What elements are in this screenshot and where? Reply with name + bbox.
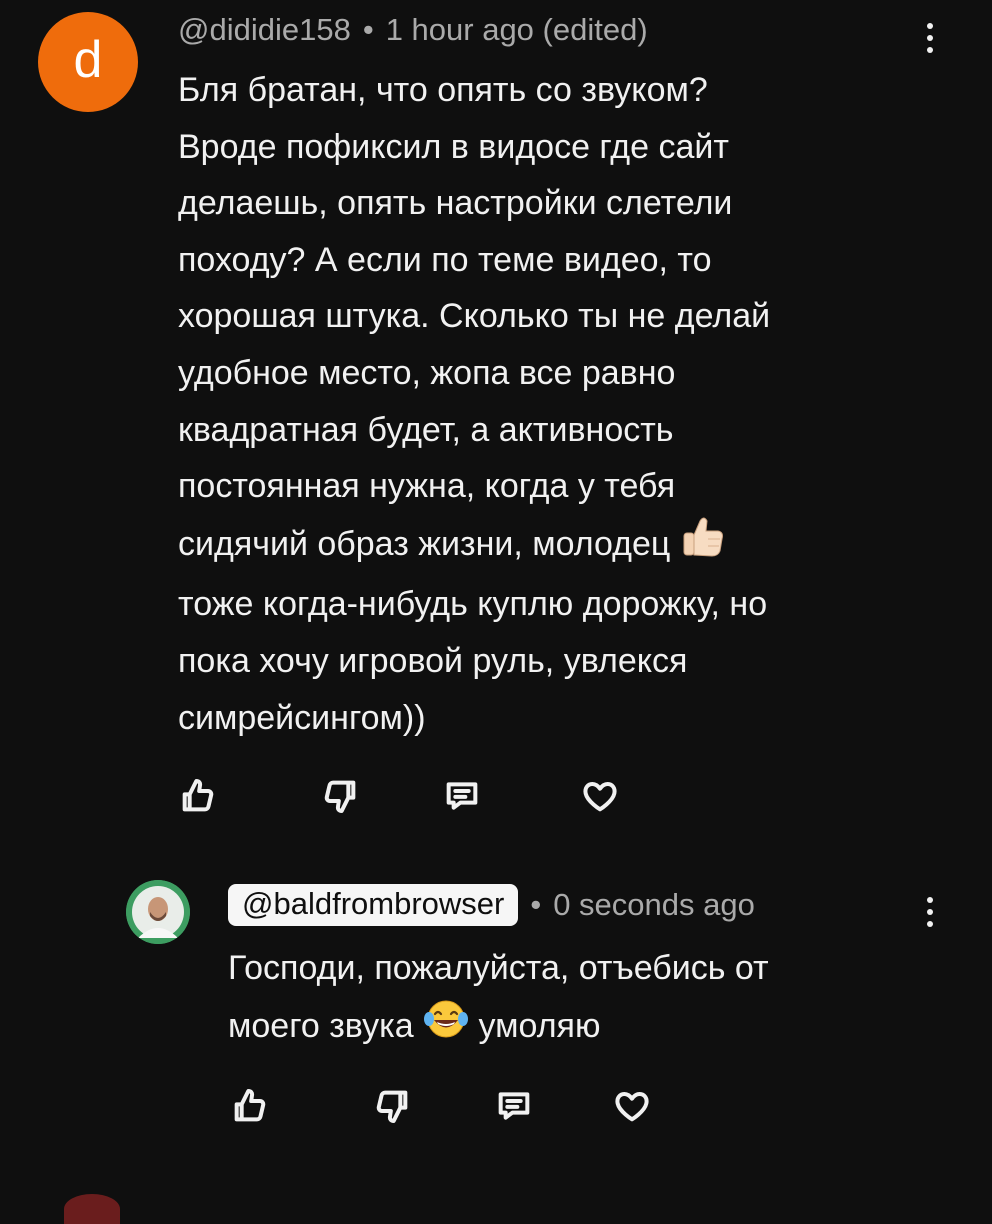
author-handle[interactable]: @dididie158 — [178, 12, 351, 48]
avatar[interactable]: d — [38, 12, 138, 112]
laughing-tears-emoji — [423, 997, 469, 1059]
thumbs-down-icon — [324, 780, 356, 813]
next-comment-avatar-edge — [64, 1194, 120, 1224]
dislike-button[interactable] — [318, 774, 362, 818]
more-options-button[interactable] — [920, 14, 940, 62]
thumbs-up-emoji — [680, 515, 726, 577]
reply-comment-icon — [498, 1092, 530, 1120]
thumbs-up-icon — [182, 779, 214, 812]
more-dot — [927, 921, 933, 927]
comment-text: Бля братан, что опять со звуком? Вроде п… — [178, 62, 938, 746]
comment-text: Господи, пожалуйста, отъебись от моего з… — [228, 940, 948, 1058]
avatar-letter: d — [73, 31, 103, 89]
heart-icon — [615, 1092, 649, 1122]
more-dot — [927, 909, 933, 915]
comment-time: 0 seconds ago — [553, 887, 755, 922]
comment-meta: @dididie158 • 1 hour ago (edited) — [178, 12, 648, 48]
separator-dot: • — [362, 12, 374, 47]
like-button[interactable] — [176, 774, 220, 818]
more-dot — [927, 47, 933, 53]
comment-text-part: Бля братан, что опять со звуком? Вроде п… — [178, 71, 771, 563]
reply-button[interactable] — [492, 1084, 536, 1128]
more-vertical-icon — [927, 897, 933, 903]
heart-icon — [583, 782, 617, 812]
thumbs-down-icon — [376, 1090, 408, 1123]
comment-text-part: умоляю — [469, 1006, 601, 1045]
dislike-button[interactable] — [370, 1084, 414, 1128]
heart-button[interactable] — [578, 774, 622, 818]
more-dot — [927, 35, 933, 41]
comment-actions — [228, 1084, 654, 1128]
thumbs-up-icon — [234, 1089, 266, 1122]
avatar[interactable] — [126, 880, 190, 944]
comment-time: 1 hour ago (edited) — [385, 12, 648, 47]
author-handle-chip[interactable]: @baldfrombrowser — [228, 884, 519, 926]
comment-text-part: тоже когда-нибудь куплю дорожку, но пока… — [178, 585, 768, 737]
avatar-photo — [126, 880, 190, 944]
more-vertical-icon — [927, 23, 933, 29]
reply-button[interactable] — [440, 774, 484, 818]
reply-comment-icon — [446, 782, 478, 810]
heart-button[interactable] — [610, 1084, 654, 1128]
comment-meta: @baldfrombrowser • 0 seconds ago — [228, 884, 755, 926]
comment-actions — [176, 774, 622, 818]
more-options-button[interactable] — [920, 888, 940, 936]
separator-dot: • — [530, 887, 542, 922]
like-button[interactable] — [228, 1084, 272, 1128]
